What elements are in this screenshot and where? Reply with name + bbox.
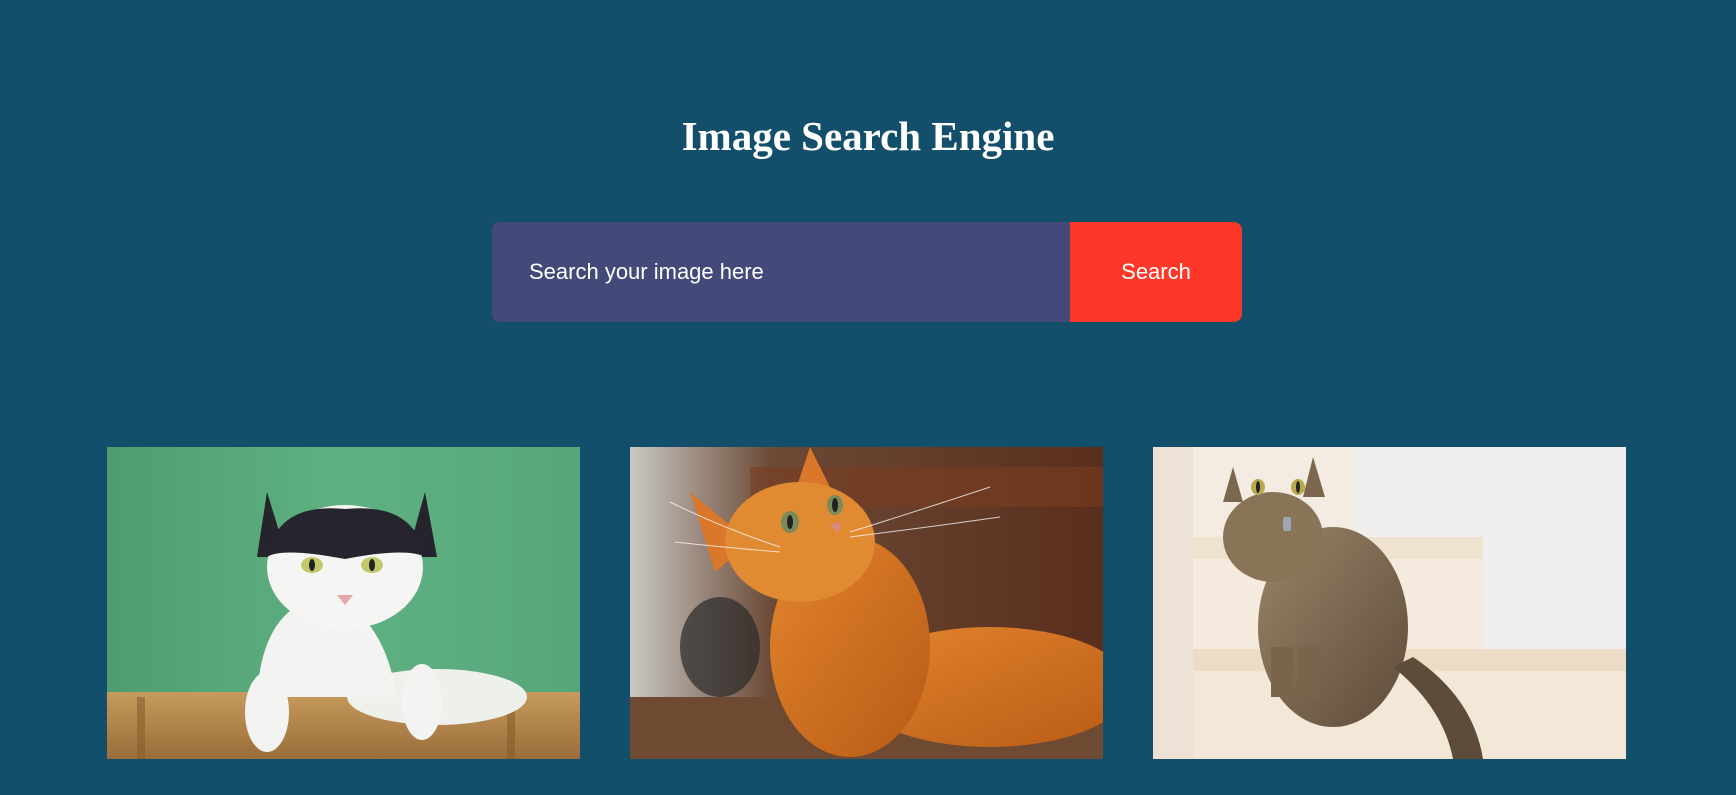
search-button[interactable]: Search [1070, 222, 1242, 322]
search-input[interactable] [492, 222, 1070, 322]
image-results-grid [107, 447, 1626, 759]
image-result-3[interactable] [1153, 447, 1626, 759]
cat-photo-2 [630, 447, 1103, 759]
page-title: Image Search Engine [681, 113, 1055, 159]
image-result-2[interactable] [630, 447, 1103, 759]
cat-photo-3 [1153, 447, 1626, 759]
search-form: Search [492, 222, 1242, 322]
cat-photo-1 [107, 447, 580, 759]
image-result-1[interactable] [107, 447, 580, 759]
